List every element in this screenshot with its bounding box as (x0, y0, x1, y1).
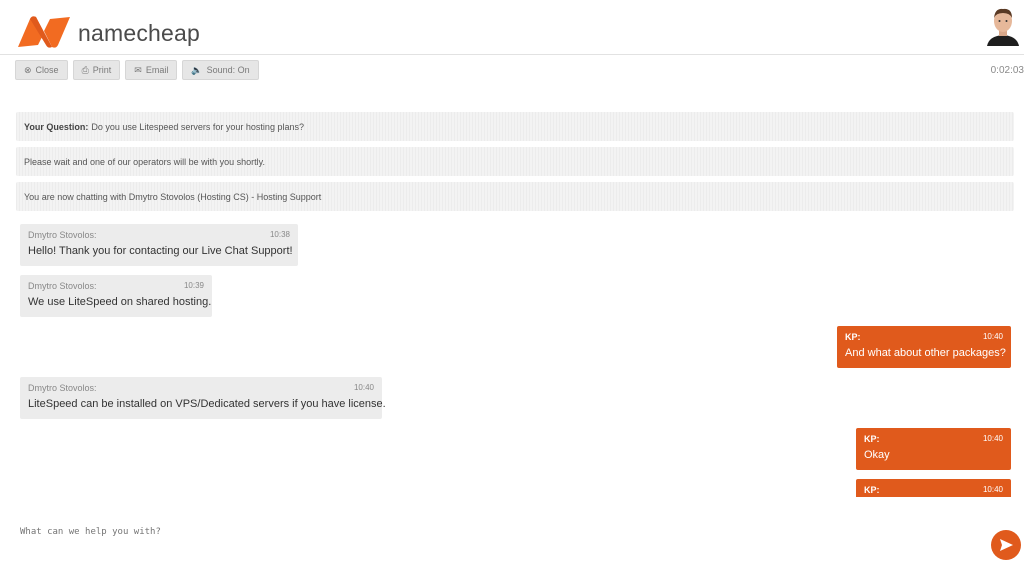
chat-toolbar: ⊗ Close ⎙ Print ✉ Email 🔈 Sound: On (15, 60, 259, 80)
email-label: Email (145, 65, 169, 75)
system-message-wait: Please wait and one of our operators wil… (16, 147, 1014, 176)
sender-name: KP: (845, 332, 861, 342)
message-text: LiteSpeed can be installed on VPS/Dedica… (28, 398, 386, 410)
namecheap-logo[interactable]: namecheap (16, 15, 200, 49)
message-text: We use LiteSpeed on shared hosting. (28, 296, 212, 308)
sender-name: Dmytro Stovolos: (28, 383, 97, 393)
question-text: Do you use Litespeed servers for your ho… (91, 121, 304, 132)
message-time: 10:39 (183, 281, 204, 290)
close-label: Close (35, 65, 59, 75)
message-time: 10:38 (269, 230, 290, 239)
avatar (984, 6, 1022, 46)
chat-message: KP: 10:40 Okay (856, 428, 1011, 470)
sound-button[interactable]: 🔈 Sound: On (182, 60, 259, 80)
chat-message: KP: 10:40 (856, 479, 1011, 497)
chat-timer: 0:02:03 (990, 65, 1024, 76)
message-time: 10:40 (982, 485, 1003, 494)
sender-name: Dmytro Stovolos: (28, 230, 97, 240)
chat-message: Dmytro Stovolos: 10:39 We use LiteSpeed … (20, 275, 212, 317)
wait-text: Please wait and one of our operators wil… (24, 156, 265, 167)
close-icon: ⊗ (24, 64, 32, 75)
message-time: 10:40 (982, 332, 1003, 341)
close-button[interactable]: ⊗ Close (15, 60, 68, 80)
chat-message: Dmytro Stovolos: 10:38 Hello! Thank you … (20, 224, 298, 266)
brand-name: namecheap (78, 19, 200, 46)
system-message-question: Your Question: Do you use Litespeed serv… (16, 112, 1014, 141)
system-message-connected: You are now chatting with Dmytro Stovolo… (16, 182, 1014, 211)
email-button[interactable]: ✉ Email (125, 60, 178, 80)
print-button[interactable]: ⎙ Print (72, 60, 121, 80)
message-text: And what about other packages? (845, 347, 1006, 359)
message-text: Okay (864, 449, 890, 461)
chat-message: Dmytro Stovolos: 10:40 LiteSpeed can be … (20, 377, 386, 419)
header: namecheap (0, 0, 1024, 55)
message-time: 10:40 (353, 383, 374, 392)
send-arrow-icon (1000, 539, 1013, 551)
chat-message: KP: 10:40 And what about other packages? (837, 326, 1011, 368)
envelope-icon: ✉ (134, 64, 142, 75)
message-input[interactable] (18, 526, 922, 538)
sound-label: Sound: On (206, 65, 250, 75)
send-button[interactable] (991, 530, 1021, 560)
print-label: Print (92, 65, 112, 75)
chat-transcript: Your Question: Do you use Litespeed serv… (0, 112, 1024, 497)
message-time: 10:40 (982, 434, 1003, 443)
message-text: Hello! Thank you for contacting our Live… (28, 245, 293, 257)
speaker-icon: 🔈 (191, 64, 203, 75)
question-label: Your Question: (24, 121, 89, 132)
namecheap-logo-icon (18, 16, 70, 48)
message-composer (0, 510, 1024, 573)
sender-name: Dmytro Stovolos: (28, 281, 97, 291)
printer-icon: ⎙ (81, 64, 89, 75)
connected-text: You are now chatting with Dmytro Stovolo… (24, 191, 322, 202)
